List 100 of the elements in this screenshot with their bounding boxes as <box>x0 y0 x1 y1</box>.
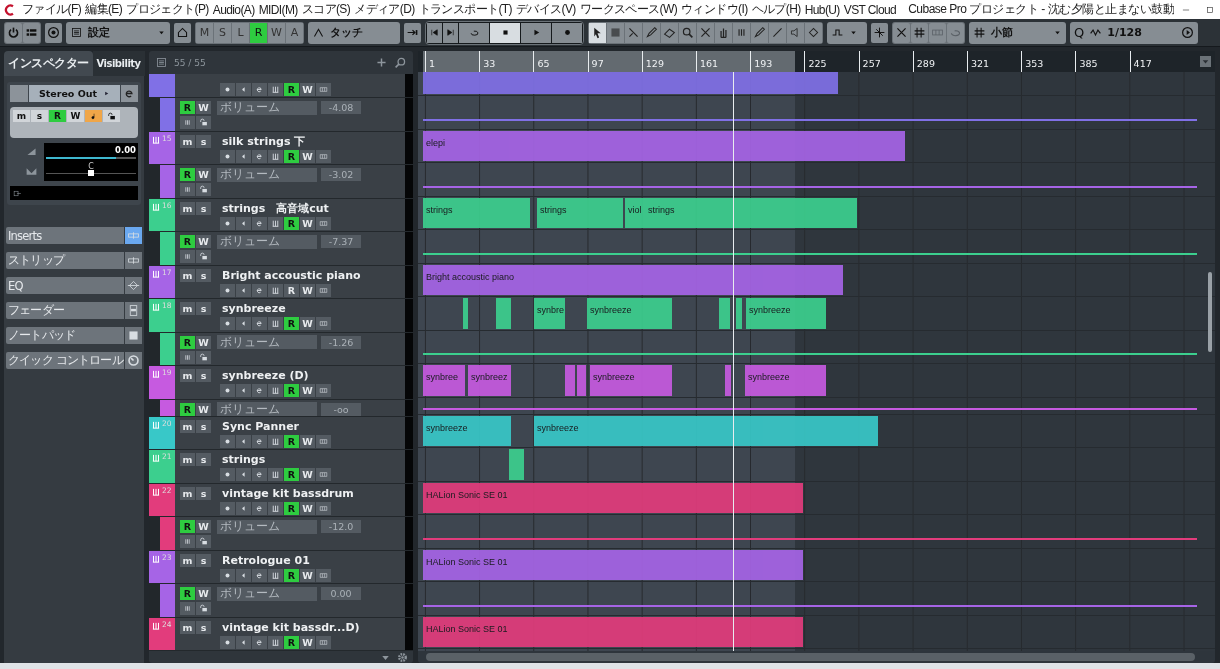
ruler-menu-button[interactable] <box>1200 56 1211 67</box>
add-track-button[interactable] <box>375 56 388 69</box>
play-button[interactable] <box>521 22 551 43</box>
lane-options-button[interactable] <box>180 535 195 548</box>
midi-event[interactable]: HALion Sonic SE 01 <box>423 482 803 513</box>
automation-toggle[interactable]: W <box>268 22 285 43</box>
record-enable-button[interactable] <box>220 635 235 649</box>
write-automation-button[interactable]: W <box>300 283 315 297</box>
lanes-button[interactable] <box>316 568 331 582</box>
section-toggle[interactable] <box>125 352 142 369</box>
menu-item[interactable]: Audio(A) <box>212 2 255 17</box>
midi-event[interactable]: strings <box>645 197 857 228</box>
instrument-button[interactable] <box>268 216 283 230</box>
instrument-button[interactable] <box>268 384 283 397</box>
instrument-button[interactable] <box>268 283 283 297</box>
snap-dropdown[interactable] <box>827 21 867 44</box>
previous-marker-button[interactable] <box>427 22 442 43</box>
read-automation-button[interactable]: R <box>284 83 299 96</box>
cycle-button[interactable] <box>459 22 489 43</box>
monitor-button[interactable] <box>236 317 251 330</box>
write-automation-button[interactable]: W <box>300 83 315 96</box>
read-automation-button[interactable]: R <box>180 235 195 248</box>
scale-button[interactable] <box>893 22 910 43</box>
record-enable-button[interactable] <box>220 384 235 397</box>
solo-button[interactable]: s <box>196 369 211 382</box>
lane-options-button[interactable] <box>180 602 195 615</box>
edit-button[interactable] <box>252 568 267 582</box>
menu-item[interactable]: Hub(U) <box>804 2 840 17</box>
automation-parameter-field[interactable]: ボリューム <box>217 100 317 115</box>
write-automation-button[interactable]: W <box>196 587 211 600</box>
write-automation-button[interactable]: W <box>300 568 315 582</box>
instrument-button[interactable] <box>268 317 283 330</box>
edit-button[interactable] <box>252 149 267 163</box>
lanes-button[interactable] <box>316 317 331 330</box>
midi-event[interactable]: synbreeze <box>590 365 672 396</box>
automation-parameter-field[interactable]: ボリューム <box>217 586 317 601</box>
solo-button[interactable]: s <box>196 419 211 433</box>
preset-dropdown[interactable]: 設定 <box>66 21 170 44</box>
solo-button[interactable]: s <box>196 486 211 500</box>
automation-value-field[interactable]: -oo <box>321 402 361 416</box>
menu-item[interactable]: 編集(E) <box>85 1 123 18</box>
write-automation-button[interactable]: W <box>300 635 315 649</box>
edit-button[interactable] <box>252 468 267 481</box>
lanes-button[interactable] <box>316 468 331 481</box>
lanes-button[interactable] <box>316 434 331 448</box>
write-automation-button[interactable]: W <box>196 402 211 416</box>
automation-mode-dropdown[interactable]: タッチ <box>308 21 400 44</box>
solo-button[interactable]: s <box>196 302 211 315</box>
write-automation-button[interactable]: W <box>300 434 315 448</box>
record-button[interactable] <box>552 22 582 43</box>
lock-button[interactable] <box>196 350 211 364</box>
next-marker-button[interactable] <box>443 22 458 43</box>
record-enable-button[interactable] <box>220 149 235 163</box>
write-automation-button[interactable]: W <box>300 149 315 163</box>
record-enable-button[interactable] <box>220 468 235 481</box>
automation-toggle[interactable]: A <box>286 22 303 43</box>
monitor-button[interactable] <box>236 468 251 481</box>
snap-button[interactable] <box>871 22 888 43</box>
monitor-button[interactable] <box>85 110 102 122</box>
solo-button[interactable]: s <box>196 620 211 634</box>
read-automation-button[interactable]: R <box>180 335 195 349</box>
menu-item[interactable]: VST Cloud <box>843 2 897 17</box>
monitor-button[interactable] <box>236 501 251 515</box>
menu-item[interactable]: プロジェクト(P) <box>126 1 209 18</box>
read-automation-button[interactable]: R <box>284 283 299 297</box>
record-enable-button[interactable] <box>220 216 235 230</box>
stop-button[interactable] <box>490 22 520 43</box>
solo-button[interactable]: s <box>196 553 211 567</box>
midi-event[interactable]: elepi <box>423 130 905 161</box>
read-automation-button[interactable]: R <box>180 587 195 600</box>
read-automation-button[interactable]: R <box>284 568 299 582</box>
instrument-button[interactable] <box>268 83 283 96</box>
horizontal-scrollbar[interactable] <box>426 653 1195 661</box>
instrument-button[interactable] <box>268 468 283 481</box>
automation-value-field[interactable]: -1.26 <box>321 335 361 349</box>
lanes-button[interactable] <box>316 635 331 649</box>
edit-button[interactable] <box>252 317 267 330</box>
monitor-button[interactable] <box>236 149 251 163</box>
solo-button[interactable]: s <box>196 201 211 215</box>
lane-options-button[interactable] <box>180 250 195 263</box>
record-enable-button[interactable] <box>220 568 235 582</box>
menu-item[interactable]: トランスポート(T) <box>418 1 512 18</box>
write-automation-button[interactable]: W <box>196 168 211 181</box>
inspector-tab[interactable]: Visibility <box>92 51 145 76</box>
arrow-button[interactable] <box>404 22 421 43</box>
lock-button[interactable] <box>103 110 120 122</box>
lane-options-button[interactable] <box>180 350 195 364</box>
edit-button[interactable] <box>252 434 267 448</box>
output-routing-button[interactable]: Stereo Out <box>29 85 120 102</box>
channel-toggle[interactable]: s <box>31 110 48 122</box>
monitor-button[interactable] <box>236 635 251 649</box>
edit-button[interactable] <box>252 635 267 649</box>
tool-button[interactable] <box>589 22 606 43</box>
tool-button[interactable] <box>715 22 732 43</box>
midi-event[interactable]: HALion Sonic SE 01 <box>423 549 803 580</box>
menu-item[interactable]: ワークスペース(W) <box>579 1 678 18</box>
quantize-dropdown[interactable]: Q 1/128 <box>1070 21 1198 44</box>
menu-item[interactable]: スコア(S) <box>301 1 351 18</box>
section-toggle[interactable] <box>125 302 142 319</box>
lanes-button[interactable] <box>316 83 331 96</box>
